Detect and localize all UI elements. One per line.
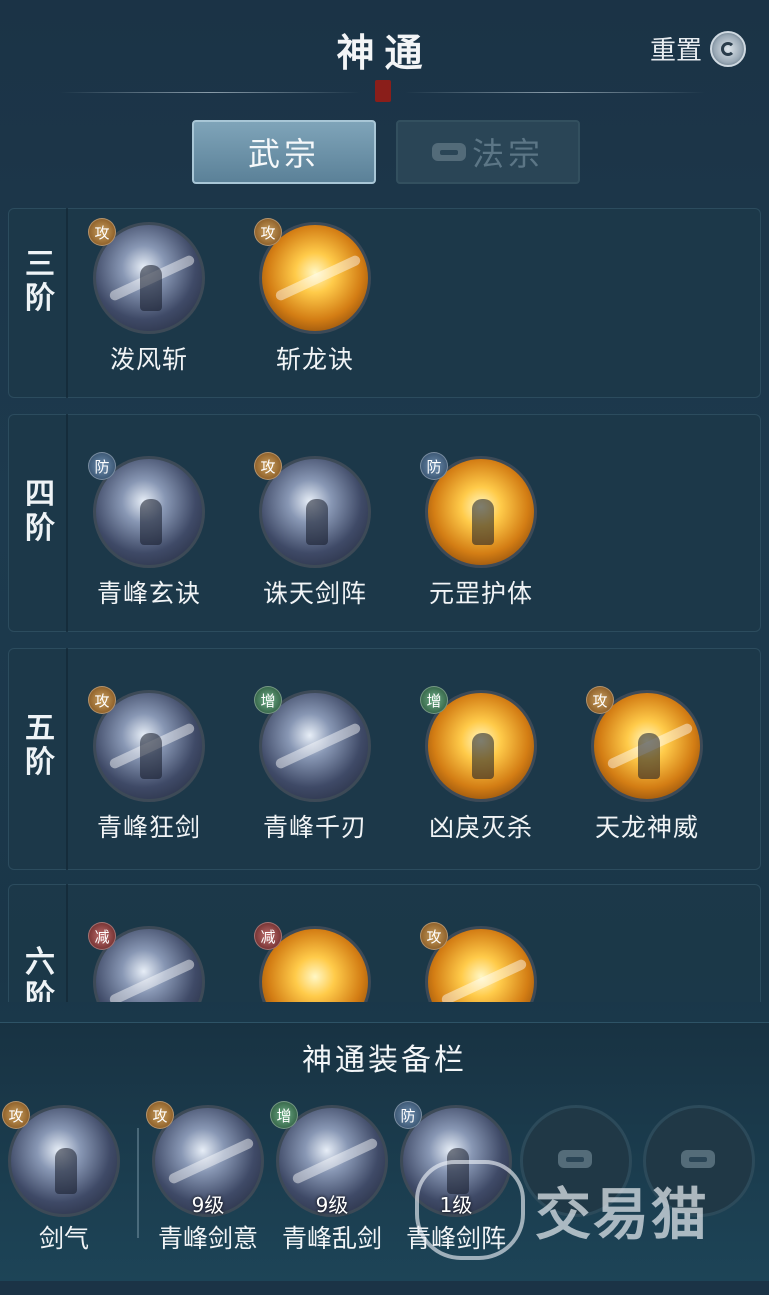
skill-name: 青峰千刃 (262, 813, 367, 842)
tier-label: 三阶 (25, 247, 55, 316)
attack-tag-icon: 攻 (586, 686, 614, 714)
tab-fazong-label: 法宗 (471, 135, 544, 173)
tier-row: 五阶 攻 青峰狂剑 增 青峰千刃 增 凶戾灭杀 攻 天龙神威 (8, 648, 761, 870)
equip-slot[interactable]: 攻 9级 青峰剑意 (146, 1101, 270, 1295)
skill-level: 9级 (191, 1193, 225, 1217)
header-divider-left (60, 92, 360, 93)
tier-divider (66, 884, 68, 1002)
tier-row: 六阶 减 减 攻 (8, 884, 761, 1002)
skill-name: 斩龙诀 (275, 345, 354, 374)
debuff-tag-icon: 减 (254, 922, 282, 950)
tab-fazong[interactable]: 法宗 (396, 120, 580, 184)
tab-wuzong-label: 武宗 (247, 135, 320, 173)
tier-row: 四阶 防 青峰玄诀 攻 诛天剑阵 防 元罡护体 (8, 414, 761, 632)
equip-skill-name: 青峰乱剑 (281, 1224, 382, 1253)
equip-slot[interactable]: 攻 剑气 (2, 1101, 126, 1295)
skill-name: 元罡护体 (428, 579, 533, 608)
debuff-tag-icon: 减 (88, 922, 116, 950)
attack-tag-icon: 攻 (146, 1101, 174, 1129)
attack-tag-icon: 攻 (420, 922, 448, 950)
reset-button[interactable]: 重置 (650, 30, 747, 67)
skill-name: 诛天剑阵 (262, 579, 367, 608)
refresh-swirl-icon (710, 30, 747, 67)
buff-tag-icon: 增 (420, 686, 448, 714)
lock-icon (431, 143, 466, 161)
header-divider-right (405, 92, 705, 93)
defense-tag-icon: 防 (394, 1101, 422, 1129)
equip-bar-title: 神通装备栏 (302, 1043, 467, 1078)
attack-tag-icon: 攻 (254, 452, 282, 480)
skill-name: 泼风斩 (109, 345, 188, 374)
equip-slot[interactable]: 增 9级 青峰乱剑 (270, 1101, 394, 1295)
attack-tag-icon: 攻 (88, 686, 116, 714)
equip-skill-name: 青峰剑意 (157, 1224, 258, 1253)
attack-tag-icon: 攻 (254, 218, 282, 246)
buff-tag-icon: 增 (254, 686, 282, 714)
skill-name: 凶戾灭杀 (428, 813, 533, 842)
watermark: 交易猫 (415, 1160, 709, 1260)
tier-row: 三阶 攻 泼风斩 攻 斩龙诀 (8, 208, 761, 398)
skill-name: 青峰玄诀 (96, 579, 201, 608)
skill-name: 天龙神威 (594, 813, 699, 842)
defense-tag-icon: 防 (420, 452, 448, 480)
tier-label: 四阶 (25, 477, 55, 546)
tab-wuzong[interactable]: 武宗 (192, 120, 376, 184)
tier-label: 五阶 (25, 711, 55, 780)
watermark-text: 交易猫 (535, 1182, 709, 1248)
attack-tag-icon: 攻 (2, 1101, 30, 1129)
buff-tag-icon: 增 (270, 1101, 298, 1129)
seal-icon (375, 80, 391, 102)
skill-level: 9级 (315, 1193, 349, 1217)
attack-tag-icon: 攻 (88, 218, 116, 246)
skill-name: 青峰狂剑 (96, 813, 201, 842)
reset-label: 重置 (650, 36, 703, 66)
cat-logo-icon (415, 1160, 525, 1260)
skill-tier-list[interactable]: 三阶 攻 泼风斩 攻 斩龙诀 四阶 防 青峰玄诀 攻 诛天剑阵 防 元罡护体 五… (0, 202, 769, 1002)
header: 神通 重置 (0, 0, 769, 110)
equip-skill-name: 剑气 (38, 1224, 89, 1253)
defense-tag-icon: 防 (88, 452, 116, 480)
school-tabs: 武宗 法宗 (192, 120, 580, 184)
tier-label: 六阶 (25, 945, 55, 1003)
